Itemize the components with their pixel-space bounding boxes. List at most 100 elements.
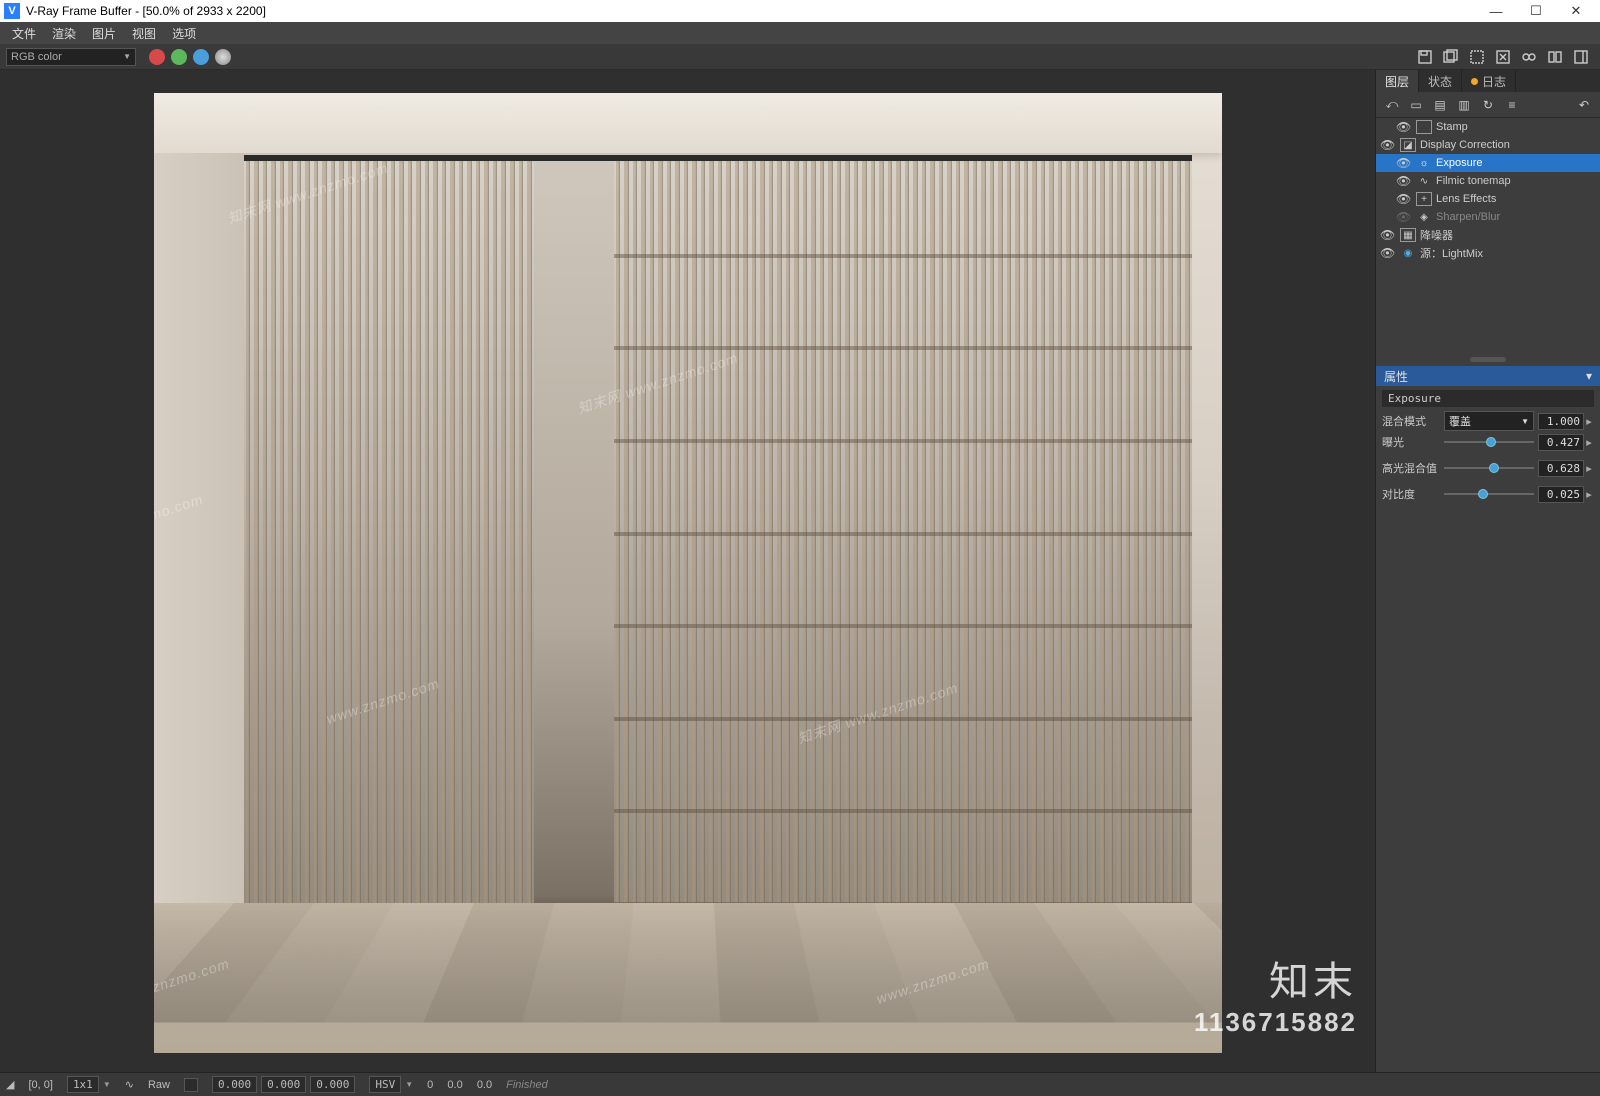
layer-exposure[interactable]: 👁☼Exposure	[1376, 154, 1600, 172]
side-panel: 图层 状态 日志 ⤺ ▭ ▤ ▥ ↻ ≡ ↶ 👁Stamp 👁◪Display …	[1375, 70, 1600, 1072]
menu-options[interactable]: 选项	[164, 25, 204, 42]
layer-undo-icon[interactable]: ↶	[1574, 95, 1594, 115]
filmic-icon: ∿	[1416, 174, 1432, 188]
contrast-slider[interactable]	[1444, 487, 1534, 501]
compare-icon[interactable]	[1544, 46, 1566, 68]
link-icon[interactable]	[1518, 46, 1540, 68]
layer-denoiser[interactable]: 👁▦降噪器	[1376, 226, 1600, 244]
viewport[interactable]: 知末网 www.znzmo.com 知末网 www.znzmo.com znzm…	[0, 70, 1375, 1072]
window-title: V-Ray Frame Buffer - [50.0% of 2933 x 22…	[26, 4, 1476, 18]
eye-icon[interactable]: 👁	[1396, 192, 1412, 206]
mono-channel-button[interactable]	[215, 49, 231, 65]
layer-save-icon[interactable]: ▤	[1430, 95, 1450, 115]
curve-icon[interactable]: ∿	[125, 1078, 134, 1091]
eye-icon[interactable]: 👁	[1380, 138, 1396, 152]
layer-load-icon[interactable]: ▥	[1454, 95, 1474, 115]
s-value: 0.0	[447, 1079, 462, 1091]
menu-render[interactable]: 渲染	[44, 25, 84, 42]
blue-channel-button[interactable]	[193, 49, 209, 65]
slider-exposure: 曝光 0.427 ▸	[1382, 433, 1594, 451]
save-all-icon[interactable]	[1440, 46, 1462, 68]
green-channel-button[interactable]	[171, 49, 187, 65]
denoiser-icon: ▦	[1400, 228, 1416, 242]
watermark-brand: 知末 1136715882	[1194, 949, 1357, 1038]
render-state: Finished	[506, 1079, 548, 1091]
scale-select[interactable]: 1x1	[67, 1076, 99, 1093]
eye-icon[interactable]: 👁	[1396, 174, 1412, 188]
raw-label: Raw	[148, 1079, 170, 1091]
exposure-value[interactable]: 0.427	[1538, 434, 1584, 451]
layer-filmic[interactable]: 👁∿Filmic tonemap	[1376, 172, 1600, 190]
panel-splitter[interactable]	[1376, 352, 1600, 366]
eye-icon[interactable]: 👁	[1380, 228, 1396, 242]
pick-tool-icon[interactable]: ◢	[6, 1078, 14, 1091]
menu-view[interactable]: 视图	[124, 25, 164, 42]
correction-icon: ◪	[1400, 138, 1416, 152]
hsv-label[interactable]: HSV	[369, 1076, 401, 1093]
sharpen-icon: ◈	[1416, 210, 1432, 224]
stamp-icon	[1416, 120, 1432, 134]
highlight-slider[interactable]	[1444, 461, 1534, 475]
color-swatch	[184, 1078, 198, 1092]
app-icon: V	[4, 3, 20, 19]
statusbar: ◢ [0, 0] 1x1▼ ∿ Raw 0.000 0.000 0.000 HS…	[0, 1072, 1600, 1096]
content-area: 知末网 www.znzmo.com 知末网 www.znzmo.com znzm…	[0, 70, 1600, 1072]
tab-layers[interactable]: 图层	[1376, 70, 1419, 92]
layer-lens-effects[interactable]: 👁+Lens Effects	[1376, 190, 1600, 208]
layer-display-correction[interactable]: 👁◪Display Correction	[1376, 136, 1600, 154]
blend-opacity-input[interactable]: 1.000	[1538, 413, 1584, 430]
side-tabs: 图层 状态 日志	[1376, 70, 1600, 92]
menu-file[interactable]: 文件	[4, 25, 44, 42]
menu-image[interactable]: 图片	[84, 25, 124, 42]
menubar: 文件 渲染 图片 视图 选项	[0, 22, 1600, 44]
stepper-icon[interactable]: ▸	[1584, 415, 1594, 428]
dropdown-icon: ▼	[123, 52, 131, 61]
blend-mode-row: 混合模式 覆盖▼ 1.000 ▸	[1382, 411, 1594, 431]
eye-icon[interactable]: 👁	[1396, 210, 1412, 224]
stepper-icon[interactable]: ▸	[1584, 488, 1594, 501]
save-icon[interactable]	[1414, 46, 1436, 68]
h-value: 0	[427, 1079, 433, 1091]
tab-status[interactable]: 状态	[1419, 70, 1462, 92]
eye-icon[interactable]: 👁	[1396, 120, 1412, 134]
lightmix-icon: ◉	[1400, 246, 1416, 260]
main-toolbar: RGB color ▼	[0, 44, 1600, 70]
clear-icon[interactable]	[1492, 46, 1514, 68]
props-menu-icon[interactable]: ▾	[1586, 369, 1592, 383]
layer-folder-icon[interactable]: ▭	[1406, 95, 1426, 115]
channel-selector[interactable]: RGB color ▼	[6, 48, 136, 66]
contrast-value[interactable]: 0.025	[1538, 486, 1584, 503]
stepper-icon[interactable]: ▸	[1584, 436, 1594, 449]
props-header[interactable]: 属性▾	[1376, 366, 1600, 386]
layer-reset-icon[interactable]: ↻	[1478, 95, 1498, 115]
exposure-slider[interactable]	[1444, 435, 1534, 449]
layer-stamp[interactable]: 👁Stamp	[1376, 118, 1600, 136]
eye-icon[interactable]: 👁	[1380, 246, 1396, 260]
red-channel-button[interactable]	[149, 49, 165, 65]
minimize-button[interactable]: —	[1476, 0, 1516, 22]
blend-mode-select[interactable]: 覆盖▼	[1444, 411, 1534, 431]
eye-icon[interactable]: 👁	[1396, 156, 1412, 170]
g-value: 0.000	[261, 1076, 306, 1093]
props-subtitle: Exposure	[1382, 390, 1594, 407]
r-value: 0.000	[212, 1076, 257, 1093]
layer-lightmix[interactable]: 👁◉源：LightMix	[1376, 244, 1600, 262]
v-value: 0.0	[477, 1079, 492, 1091]
tab-log[interactable]: 日志	[1462, 70, 1516, 92]
exposure-icon: ☼	[1416, 156, 1432, 170]
b-value: 0.000	[310, 1076, 355, 1093]
layer-menu-icon[interactable]: ≡	[1502, 95, 1522, 115]
layer-list: 👁Stamp 👁◪Display Correction 👁☼Exposure 👁…	[1376, 118, 1600, 262]
coord-readout: [0, 0]	[28, 1079, 52, 1091]
layer-add-icon[interactable]: ⤺	[1382, 95, 1402, 115]
layer-sharpen[interactable]: 👁◈Sharpen/Blur	[1376, 208, 1600, 226]
region-icon[interactable]	[1466, 46, 1488, 68]
slider-highlight: 高光混合值 0.628 ▸	[1382, 459, 1594, 477]
close-button[interactable]: ✕	[1556, 0, 1596, 22]
maximize-button[interactable]: ☐	[1516, 0, 1556, 22]
highlight-value[interactable]: 0.628	[1538, 460, 1584, 477]
panel-toggle-icon[interactable]	[1570, 46, 1592, 68]
log-indicator-icon	[1471, 78, 1478, 85]
render-image: 知末网 www.znzmo.com 知末网 www.znzmo.com znzm…	[154, 93, 1222, 1053]
stepper-icon[interactable]: ▸	[1584, 462, 1594, 475]
